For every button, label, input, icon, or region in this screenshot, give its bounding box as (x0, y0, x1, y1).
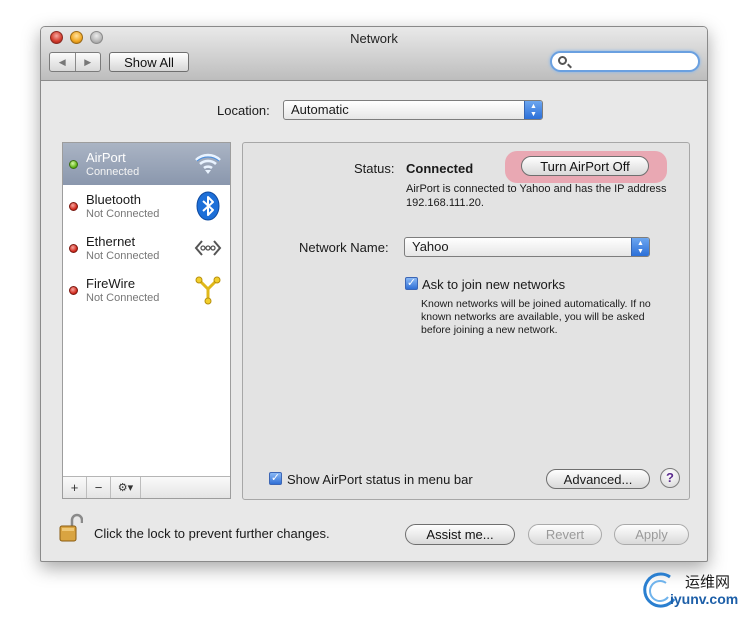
remove-service-button[interactable]: − (87, 477, 111, 498)
search-field[interactable] (550, 51, 700, 72)
service-list-controls: + − ⚙▾ (63, 476, 230, 498)
watermark-url: iyunv.com (670, 591, 739, 607)
network-name-select[interactable]: Yahoo ▲ ▼ (404, 237, 650, 257)
select-arrows-icon: ▲ ▼ (631, 238, 649, 256)
service-name: Ethernet (86, 234, 136, 249)
location-label: Location: (217, 103, 270, 118)
help-button[interactable]: ? (660, 468, 680, 488)
back-arrow-icon[interactable]: ◀ (50, 53, 75, 71)
advanced-button[interactable]: Advanced... (546, 469, 650, 489)
ask-to-join-label[interactable]: Ask to join new networks (422, 277, 565, 292)
service-list: AirPort Connected Bluetooth Not Connecte… (62, 142, 231, 499)
assist-me-button[interactable]: Assist me... (405, 524, 515, 545)
turn-airport-off-button[interactable]: Turn AirPort Off (521, 156, 649, 176)
search-icon (558, 56, 567, 65)
gear-menu-button[interactable]: ⚙▾ (111, 477, 141, 498)
show-menubar-status-checkbox[interactable]: ✓ (269, 472, 282, 485)
status-dot-green (69, 160, 78, 169)
ethernet-icon (194, 240, 222, 256)
service-status: Not Connected (86, 250, 160, 262)
airport-detail-panel: Status: Connected Turn AirPort Off AirPo… (242, 142, 690, 500)
status-description: AirPort is connected to Yahoo and has th… (406, 183, 667, 209)
watermark-cn: 运维网 (685, 573, 731, 591)
history-nav: ◀ ▶ (49, 52, 101, 72)
service-status: Not Connected (86, 292, 160, 304)
title-bar: Network ◀ ▶ Show All (41, 27, 707, 81)
network-preferences-window: Network ◀ ▶ Show All Location: Automatic… (40, 26, 708, 562)
forward-arrow-icon[interactable]: ▶ (74, 53, 101, 71)
lock-text: Click the lock to prevent further change… (94, 526, 330, 541)
ask-to-join-checkbox[interactable]: ✓ (405, 277, 418, 290)
status-dot-red (69, 286, 78, 295)
service-status: Connected (86, 166, 140, 178)
status-dot-red (69, 244, 78, 253)
watermark: 运维网 iyunv.com (640, 569, 748, 615)
network-name-value: Yahoo (412, 239, 449, 254)
window-title: Network (350, 31, 398, 46)
lock-icon[interactable] (59, 513, 83, 543)
search-input[interactable] (572, 54, 692, 69)
service-item-bluetooth[interactable]: Bluetooth Not Connected (63, 185, 230, 227)
ask-to-join-description: Known networks will be joined automatica… (421, 298, 651, 336)
wifi-icon (195, 153, 221, 174)
status-value: Connected (406, 161, 474, 176)
network-name-label: Network Name: (299, 240, 389, 255)
status-dot-red (69, 202, 78, 211)
revert-button[interactable]: Revert (528, 524, 602, 545)
status-label: Status: (354, 161, 395, 176)
service-name: Bluetooth (86, 192, 141, 207)
location-value: Automatic (291, 102, 349, 117)
service-item-ethernet[interactable]: Ethernet Not Connected (63, 227, 230, 269)
apply-button[interactable]: Apply (614, 524, 689, 545)
service-name: FireWire (86, 276, 136, 291)
service-item-airport[interactable]: AirPort Connected (63, 143, 230, 185)
service-item-firewire[interactable]: FireWire Not Connected (63, 269, 230, 311)
firewire-icon (195, 276, 221, 305)
service-name: AirPort (86, 150, 126, 165)
show-all-button[interactable]: Show All (109, 52, 189, 72)
add-service-button[interactable]: + (63, 477, 87, 498)
service-status: Not Connected (86, 208, 160, 220)
location-select[interactable]: Automatic ▲ ▼ (283, 100, 543, 120)
bluetooth-icon (196, 191, 220, 221)
show-menubar-status-label[interactable]: Show AirPort status in menu bar (287, 472, 473, 487)
select-arrows-icon: ▲ ▼ (524, 101, 542, 119)
